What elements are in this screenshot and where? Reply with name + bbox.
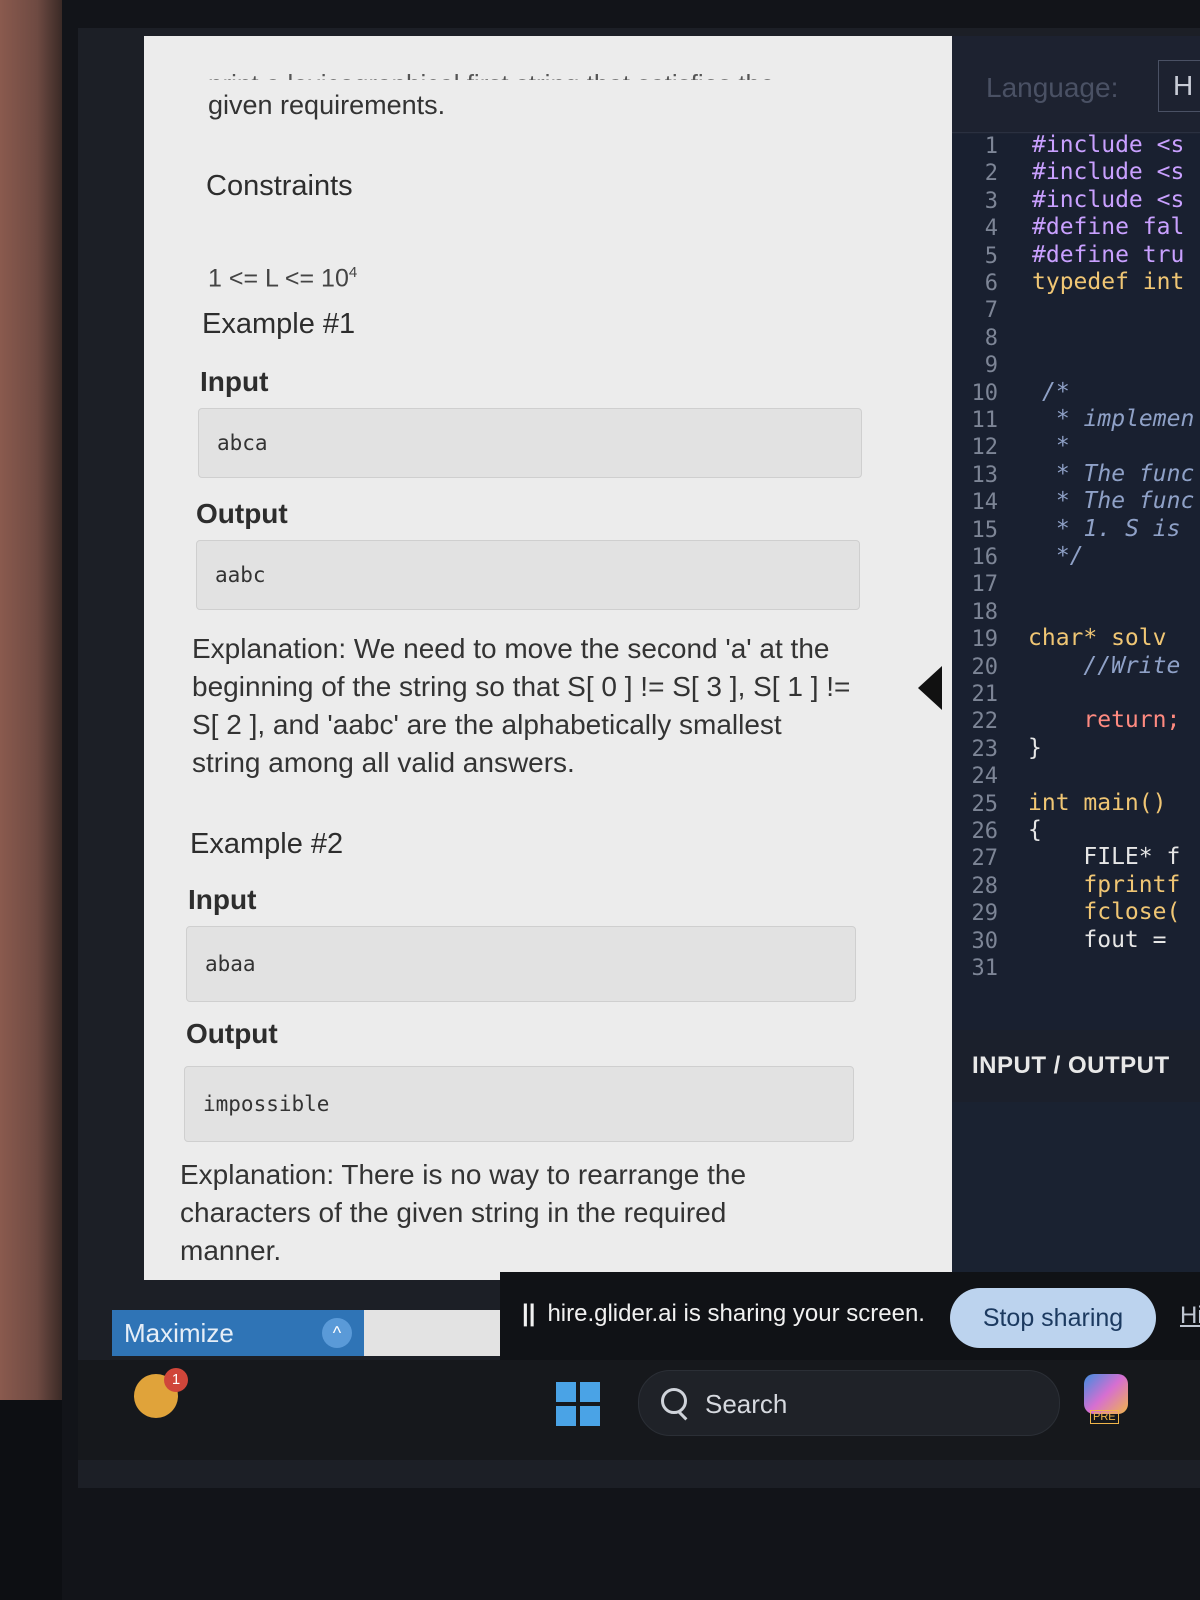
code-line: #define fal — [1032, 214, 1185, 240]
code-line: fclose( — [1028, 899, 1181, 925]
code-line: /* — [1042, 379, 1070, 405]
code-line: * implemen — [1042, 406, 1195, 432]
line-number: 28 — [971, 874, 999, 899]
line-number: 14 — [971, 490, 999, 515]
line-number: 31 — [971, 956, 999, 981]
copilot-icon[interactable] — [1084, 1374, 1128, 1414]
collapse-panel-arrow-icon[interactable] — [918, 666, 942, 710]
code-line: #include <s — [1032, 159, 1185, 185]
constraint-text: 1 <= L <= 104 — [208, 264, 357, 293]
share-message: || hire.glider.ai is sharing your screen. — [522, 1300, 925, 1328]
hide-link[interactable]: Hi — [1180, 1302, 1200, 1330]
taskbar-search[interactable]: Search — [638, 1370, 1060, 1436]
example-1-input-label: Input — [200, 366, 269, 397]
io-tab-bar: INPUT / OUTPUT — [952, 1030, 1200, 1105]
partially-visible-text: print a lexicographical first string tha… — [208, 64, 774, 80]
line-number: 6 — [984, 271, 998, 296]
code-line: * — [1042, 433, 1070, 459]
line-number: 1 — [984, 134, 998, 159]
share-message-text: hire.glider.ai is sharing your screen. — [547, 1300, 925, 1327]
code-line: typedef int — [1032, 269, 1185, 295]
line-number: 12 — [971, 435, 999, 460]
code-line: * The func — [1042, 488, 1195, 514]
line-number: 22 — [971, 709, 999, 734]
taskbar: 1 Search PRE — [78, 1360, 1200, 1460]
code-line: #define tru — [1032, 242, 1185, 268]
example-1-input-box[interactable]: abca — [198, 408, 862, 478]
input-output-tab[interactable]: INPUT / OUTPUT — [972, 1052, 1170, 1080]
example-2-output-label: Output — [186, 1018, 278, 1049]
line-number: 29 — [971, 901, 999, 926]
line-number: 8 — [984, 326, 998, 351]
code-line: fprintf — [1028, 872, 1181, 898]
line-number: 30 — [971, 929, 999, 954]
chevron-up-icon[interactable]: ^ — [322, 1318, 352, 1348]
pre-badge: PRE — [1090, 1410, 1119, 1424]
code-line: char* solv — [1028, 625, 1167, 651]
search-icon — [661, 1388, 687, 1414]
windows-start-icon[interactable] — [556, 1382, 600, 1426]
line-number: 18 — [971, 600, 999, 625]
constraints-heading: Constraints — [206, 170, 353, 202]
stop-sharing-button[interactable]: Stop sharing — [950, 1288, 1156, 1348]
code-line: * 1. S is — [1042, 516, 1195, 542]
panel-strip — [364, 1310, 500, 1356]
example-1-explanation: Explanation: We need to move the second … — [192, 633, 851, 778]
line-number: 9 — [984, 353, 998, 378]
line-number: 10 — [971, 381, 999, 406]
line-number: 11 — [971, 408, 999, 433]
line-number: 25 — [971, 792, 999, 817]
line-number: 19 — [971, 627, 999, 652]
maximize-label[interactable]: Maximize — [124, 1318, 234, 1348]
example-2-input-box[interactable]: abaa — [186, 926, 856, 1002]
line-number: 3 — [984, 189, 998, 214]
example-2-input-label: Input — [188, 884, 257, 915]
example-2-heading: Example #2 — [190, 828, 344, 860]
pause-icon: || — [522, 1300, 536, 1327]
line-number: 20 — [971, 655, 999, 680]
example-1-output-label: Output — [196, 498, 288, 529]
line-number: 24 — [971, 764, 999, 789]
line-number: 13 — [971, 463, 999, 488]
code-line: FILE* f — [1028, 844, 1181, 870]
requirements-line: given requirements. — [208, 90, 446, 120]
line-number: 4 — [984, 216, 998, 241]
constraint-base: 1 <= L <= 10 — [208, 264, 349, 293]
example-2-explanation: Explanation: There is no way to rearrang… — [180, 1159, 747, 1266]
constraint-exponent: 4 — [348, 264, 358, 281]
code-line: */ — [1042, 543, 1084, 569]
example-1-output-box[interactable]: aabc — [196, 540, 860, 610]
line-number: 16 — [971, 545, 999, 570]
example-2-output-box[interactable]: impossible — [184, 1066, 854, 1142]
notification-badge: 1 — [164, 1368, 188, 1392]
io-panel — [952, 1102, 1200, 1272]
line-number: 21 — [971, 682, 999, 707]
code-line: return; — [1028, 707, 1181, 733]
code-line: * The func — [1042, 461, 1195, 487]
code-line: { — [1028, 817, 1042, 843]
code-line: } — [1028, 735, 1042, 761]
problem-panel: print a lexicographical first string tha… — [144, 36, 952, 1280]
line-number: 26 — [971, 819, 999, 844]
line-number: 7 — [984, 298, 998, 323]
line-number: 2 — [984, 161, 998, 186]
line-number: 23 — [971, 737, 999, 762]
search-label: Search — [705, 1389, 788, 1419]
code-line: int main() — [1028, 790, 1167, 816]
code-line: fout = — [1028, 927, 1167, 953]
maximize-bar[interactable]: Maximize ^ — [112, 1310, 364, 1356]
line-number: 17 — [971, 572, 999, 597]
code-line: #include <s — [1032, 187, 1185, 213]
code-line: //Write — [1028, 653, 1181, 679]
example-1-heading: Example #1 — [202, 308, 356, 340]
line-number: 5 — [984, 244, 998, 269]
background-wall — [0, 0, 62, 1400]
code-line: #include <s — [1032, 132, 1185, 158]
line-number: 27 — [971, 846, 999, 871]
line-number: 15 — [971, 518, 999, 543]
screen-share-bar: || hire.glider.ai is sharing your screen.… — [500, 1272, 1200, 1360]
